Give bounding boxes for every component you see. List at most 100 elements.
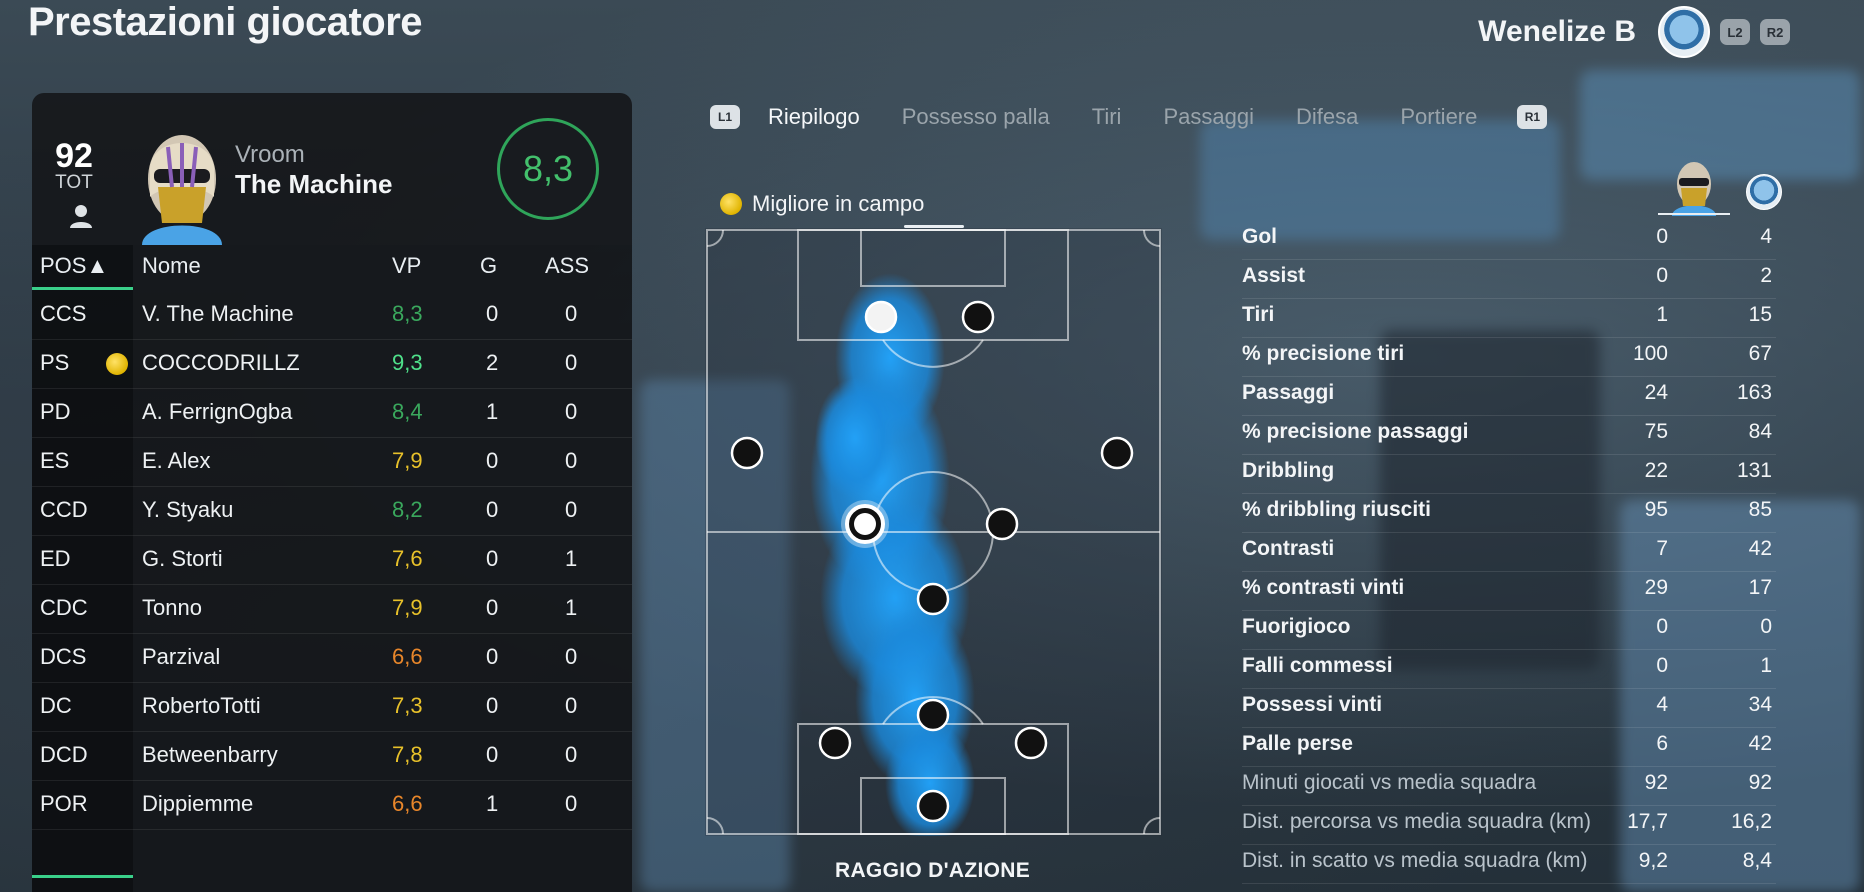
stat-row: Possessi vinti 4 34	[1242, 689, 1776, 728]
column-header-g[interactable]: G	[480, 253, 497, 279]
tab-riepilogo[interactable]: Riepilogo	[768, 104, 860, 130]
stat-player-value: 1	[1656, 303, 1668, 326]
motm-star-icon	[106, 353, 128, 375]
row-assists: 0	[565, 497, 578, 522]
stat-label: % precisione tiri	[1242, 342, 1405, 365]
row-position: CCD	[40, 497, 88, 522]
r1-button[interactable]: R1	[1517, 105, 1548, 129]
stat-player-value: 0	[1656, 225, 1668, 248]
stat-team-value: 67	[1748, 342, 1772, 365]
stat-team-value: 1	[1760, 654, 1772, 677]
overall-rating: 92 TOT	[54, 139, 94, 193]
overall-label: TOT	[55, 172, 93, 193]
table-row[interactable]: DCS Parzival 6,6 0 0	[32, 634, 632, 683]
table-row[interactable]: CCS V. The Machine 8,3 0 0	[32, 291, 632, 340]
l2-button[interactable]: L2	[1720, 19, 1750, 45]
row-position: ED	[40, 546, 71, 571]
stat-row: Passaggi 24 163	[1242, 377, 1776, 416]
stat-label: Minuti giocati vs media squadra	[1242, 771, 1537, 794]
row-goals: 2	[486, 350, 499, 375]
tab-passaggi[interactable]: Passaggi	[1163, 104, 1254, 130]
row-position: CDC	[40, 595, 88, 620]
table-row[interactable]: PS COCCODRILLZ 9,3 2 0	[32, 340, 632, 389]
table-row[interactable]: DC RobertoTotti 7,3 0 0	[32, 683, 632, 732]
player-last-name: The Machine	[235, 169, 393, 199]
tab-portiere[interactable]: Portiere	[1400, 104, 1477, 130]
row-rating: 7,9	[392, 595, 423, 620]
row-rating: 7,3	[392, 693, 423, 718]
player-avatar	[142, 135, 222, 245]
stat-player-value: 0	[1656, 264, 1668, 287]
row-player-name: G. Storti	[142, 546, 223, 571]
column-header-name[interactable]: Nome	[142, 253, 201, 279]
stat-team-value: 34	[1748, 693, 1772, 716]
row-assists: 0	[565, 399, 578, 424]
table-row[interactable]: CCD Y. Styaku 8,2 0 0	[32, 487, 632, 536]
row-goals: 0	[486, 742, 499, 767]
r2-button[interactable]: R2	[1760, 19, 1790, 45]
stat-label: Possessi vinti	[1242, 693, 1383, 716]
row-rating: 8,2	[392, 497, 423, 522]
teammate-dot	[1014, 726, 1048, 760]
stat-team-value: 2	[1760, 264, 1772, 287]
player-list-panel: 92 TOT Vroom The Machine 8,3 POS▲ Nome V…	[32, 93, 632, 892]
stat-label: Tiri	[1242, 303, 1275, 326]
teammate-dot	[916, 698, 950, 732]
stat-label: Dist. in scatto vs media squadra (km)	[1242, 849, 1588, 872]
row-goals: 0	[486, 546, 499, 571]
stat-row: Dist. in scatto vs media squadra (km) 9,2…	[1242, 845, 1776, 884]
row-player-name: Betweenbarry	[142, 742, 278, 767]
stat-team-value: 163	[1736, 381, 1772, 404]
row-player-name: Tonno	[142, 595, 202, 620]
stat-row: Tiri 1 15	[1242, 299, 1776, 338]
row-position: PS	[40, 350, 70, 375]
stat-player-value: 9,2	[1638, 849, 1668, 872]
player-head-avatar	[1672, 162, 1716, 216]
table-row[interactable]: PD A. FerrignOgba 8,4 1 0	[32, 389, 632, 438]
table-row[interactable]: ES E. Alex 7,9 0 0	[32, 438, 632, 487]
players-table: POS▲ Nome VP G ASS CCS V. The Machine 8,3 0…	[32, 245, 632, 892]
row-rating: 6,6	[392, 791, 423, 816]
stat-row: Dribbling 22 131	[1242, 455, 1776, 494]
row-player-name: COCCODRILLZ	[142, 350, 300, 375]
overall-value: 92	[55, 137, 93, 175]
stat-label: Fuorigioco	[1242, 615, 1351, 638]
stat-player-value: 100	[1632, 342, 1668, 365]
tab-difesa[interactable]: Difesa	[1296, 104, 1358, 130]
row-player-name: Dippiemme	[142, 791, 254, 816]
table-row[interactable]: POR Dippiemme 6,6 1 0	[32, 781, 632, 830]
club-name: Wenelize B	[1478, 15, 1636, 48]
stat-team-value: 0	[1760, 615, 1772, 638]
stat-team-value: 85	[1748, 498, 1772, 521]
column-header-vp[interactable]: VP	[392, 253, 421, 279]
row-rating: 7,9	[392, 448, 423, 473]
table-row[interactable]: DCD Betweenbarry 7,8 0 0	[32, 732, 632, 781]
stat-player-value: 0	[1656, 615, 1668, 638]
table-row[interactable]: ED G. Storti 7,6 0 1	[32, 536, 632, 585]
stat-row: % contrasti vinti 29 17	[1242, 572, 1776, 611]
stats-tabs: L1 Riepilogo Possesso palla Tiri Passagg…	[710, 101, 1548, 133]
stat-player-value: 4	[1656, 693, 1668, 716]
stat-team-value: 17	[1748, 576, 1772, 599]
teammate-dot	[730, 436, 764, 470]
player-first-name: Vroom	[235, 141, 305, 168]
tab-possesso-palla[interactable]: Possesso palla	[902, 104, 1050, 130]
column-header-pos[interactable]: POS▲	[40, 253, 108, 279]
row-goals: 1	[486, 399, 499, 424]
stat-label: Gol	[1242, 225, 1277, 248]
stat-player-value: 0	[1656, 654, 1668, 677]
top-right-header: Wenelize B L2 R2	[1478, 6, 1790, 58]
stat-row: Palle perse 6 42	[1242, 728, 1776, 767]
sort-indicator	[32, 287, 133, 290]
stat-player-value: 22	[1644, 459, 1668, 482]
l1-button[interactable]: L1	[710, 105, 740, 129]
row-position: ES	[40, 448, 70, 473]
table-row[interactable]: CDC Tonno 7,9 0 1	[32, 585, 632, 634]
column-header-ass[interactable]: ASS	[545, 253, 589, 279]
row-rating: 9,3	[392, 350, 423, 375]
row-position: DCD	[40, 742, 88, 767]
motm-label: Migliore in campo	[752, 191, 925, 216]
heatmap-label: RAGGIO D'AZIONE	[835, 859, 1030, 882]
tab-tiri[interactable]: Tiri	[1092, 104, 1122, 130]
stat-row: Contrasti 7 42	[1242, 533, 1776, 572]
